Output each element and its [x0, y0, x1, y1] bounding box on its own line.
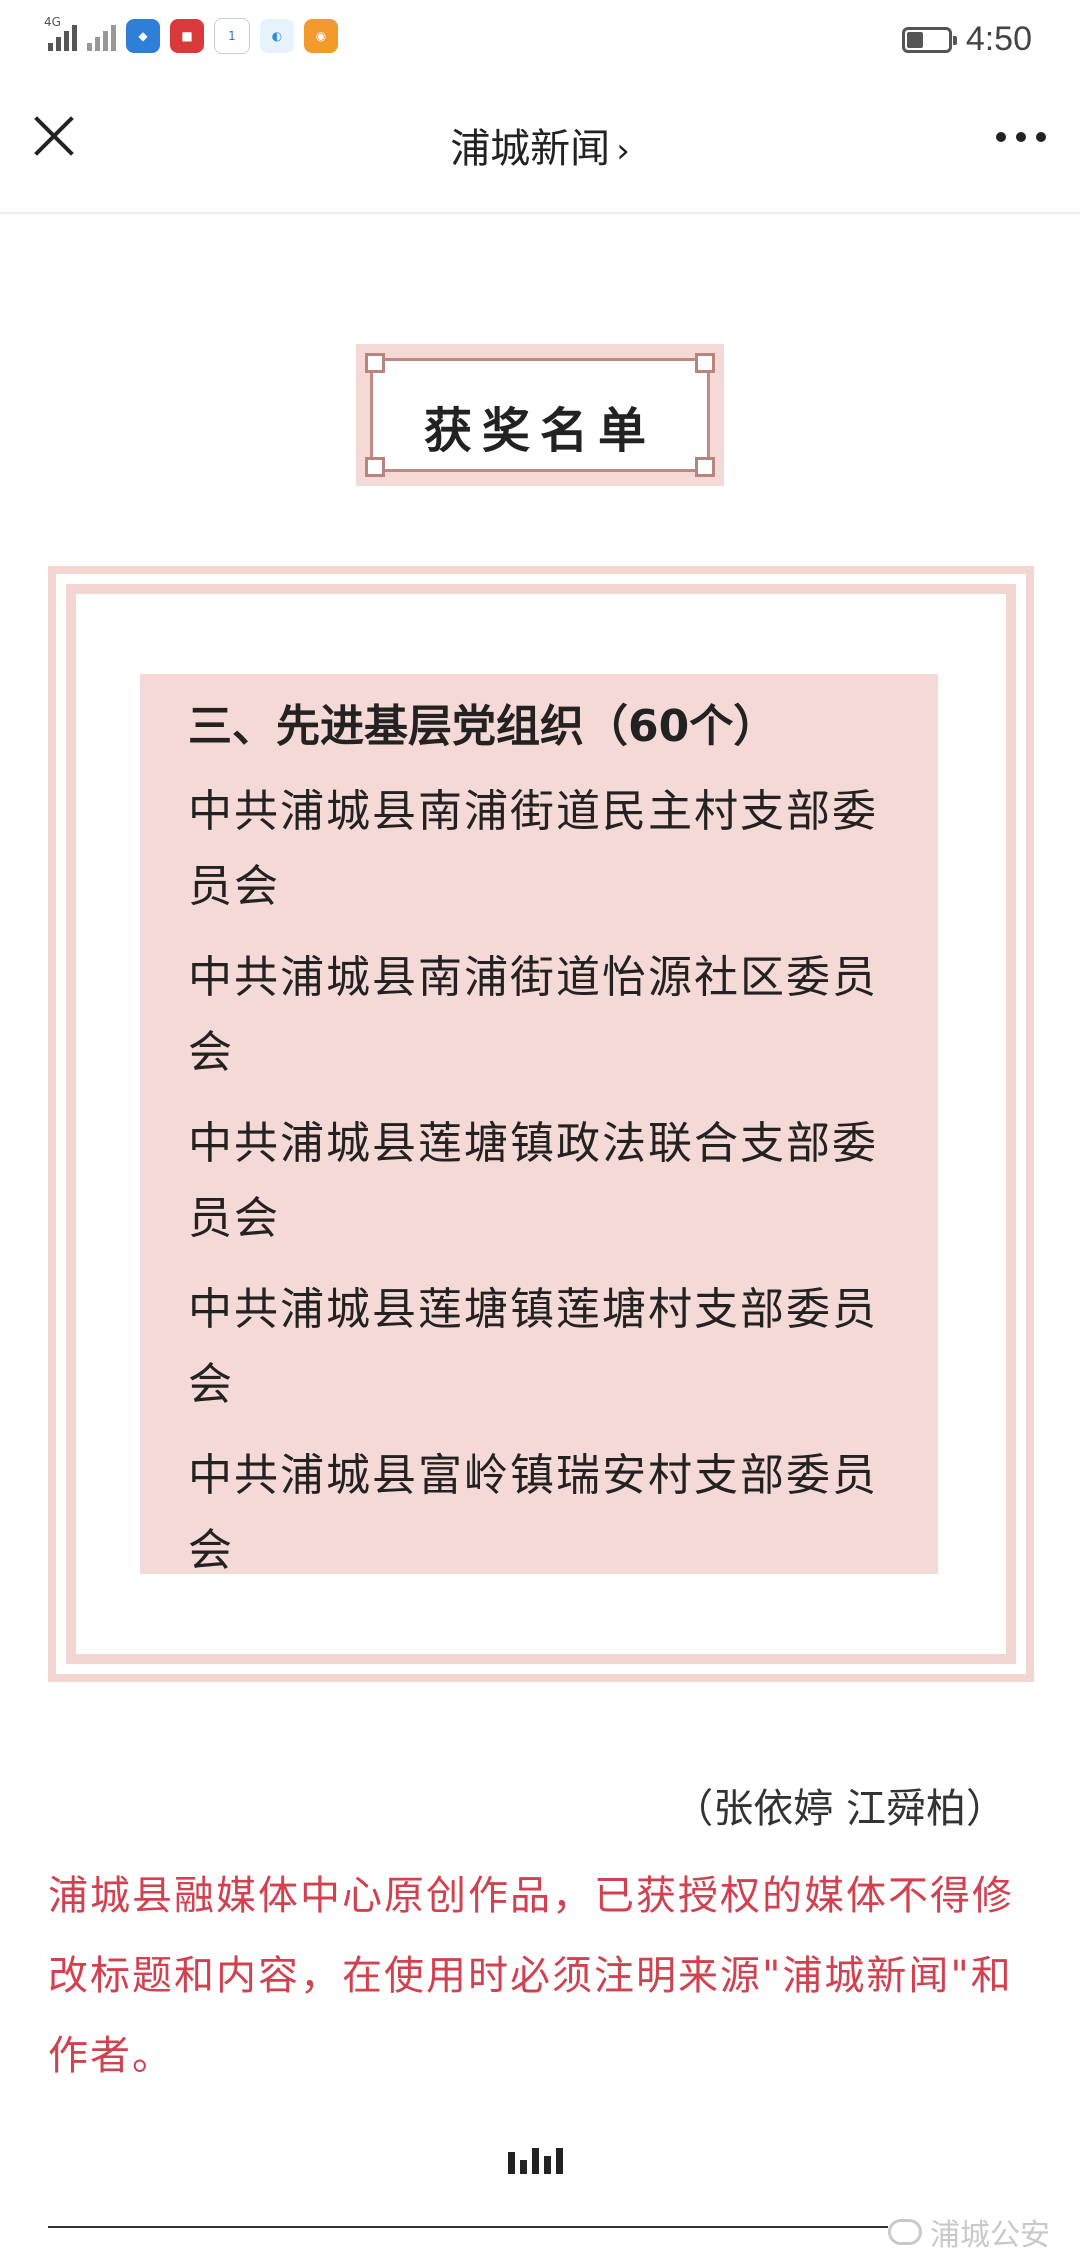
more-options-icon[interactable]: [996, 132, 1046, 142]
divider: [48, 2226, 888, 2228]
list-item: 中共浦城县莲塘镇政法联合支部委员会: [188, 1118, 878, 1244]
list-item: 中共浦城县莲塘镇莲塘村支部委员会: [188, 1284, 878, 1410]
battery-icon: [901, 26, 957, 53]
nav-title-link[interactable]: 浦城新闻 ›: [0, 116, 1080, 174]
shield-app-icon: ◆: [126, 19, 160, 53]
award-header-inner: 获奖名单: [365, 353, 715, 477]
status-left: 4G ◆ ■ 1 ◐ ◉: [44, 15, 338, 54]
status-right: 4:50: [901, 20, 1032, 59]
list-section-title: 三、先进基层党组织（60个）: [188, 701, 778, 752]
award-header-title: 获奖名单: [423, 403, 656, 459]
list-item: 中共浦城县南浦街道怡源社区委员会: [188, 952, 878, 1078]
1t-app-icon: 1: [214, 18, 250, 54]
uc-app-icon: ◉: [304, 19, 338, 53]
copyright-notice: 浦城县融媒体中心原创作品，已获授权的媒体不得修改标题和内容，在使用时必须注明来源…: [48, 1873, 1014, 2079]
status-bar: 4G ◆ ■ 1 ◐ ◉ 4:50: [0, 0, 1080, 80]
nav-title: 浦城新闻: [450, 126, 611, 172]
list-item: 中共浦城县南浦街道民主村支部委员会: [188, 786, 878, 912]
network-type-label: 4G: [44, 15, 61, 29]
watermark: 浦城公安: [888, 2210, 1050, 2254]
signal-icon-secondary: [87, 21, 116, 51]
news-app-icon: ■: [170, 19, 204, 53]
author-byline: （张依婷 江舜柏）: [673, 1786, 1006, 1832]
watermark-text: 浦城公安: [930, 2218, 1050, 2253]
chevron-right-icon: ›: [616, 131, 630, 171]
end-of-article-icon: [508, 2144, 563, 2174]
award-list: 三、先进基层党组织（60个） 中共浦城县南浦街道民主村支部委员会 中共浦城县南浦…: [140, 674, 938, 1574]
clock: 4:50: [965, 20, 1032, 58]
list-items: 中共浦城县南浦街道民主村支部委员会 中共浦城县南浦街道怡源社区委员会 中共浦城县…: [188, 774, 908, 1574]
corner-ornament: [365, 353, 385, 373]
list-item: 中共浦城县富岭镇瑞安村支部委员会: [188, 1450, 878, 1574]
nav-bar: 浦城新闻 ›: [0, 80, 1080, 214]
signal-icon: 4G: [44, 15, 77, 51]
browser-app-icon: ◐: [260, 19, 294, 53]
award-header: 获奖名单: [356, 344, 724, 486]
corner-ornament: [695, 353, 715, 373]
wechat-icon: [888, 2219, 922, 2245]
battery-fill: [906, 31, 923, 48]
